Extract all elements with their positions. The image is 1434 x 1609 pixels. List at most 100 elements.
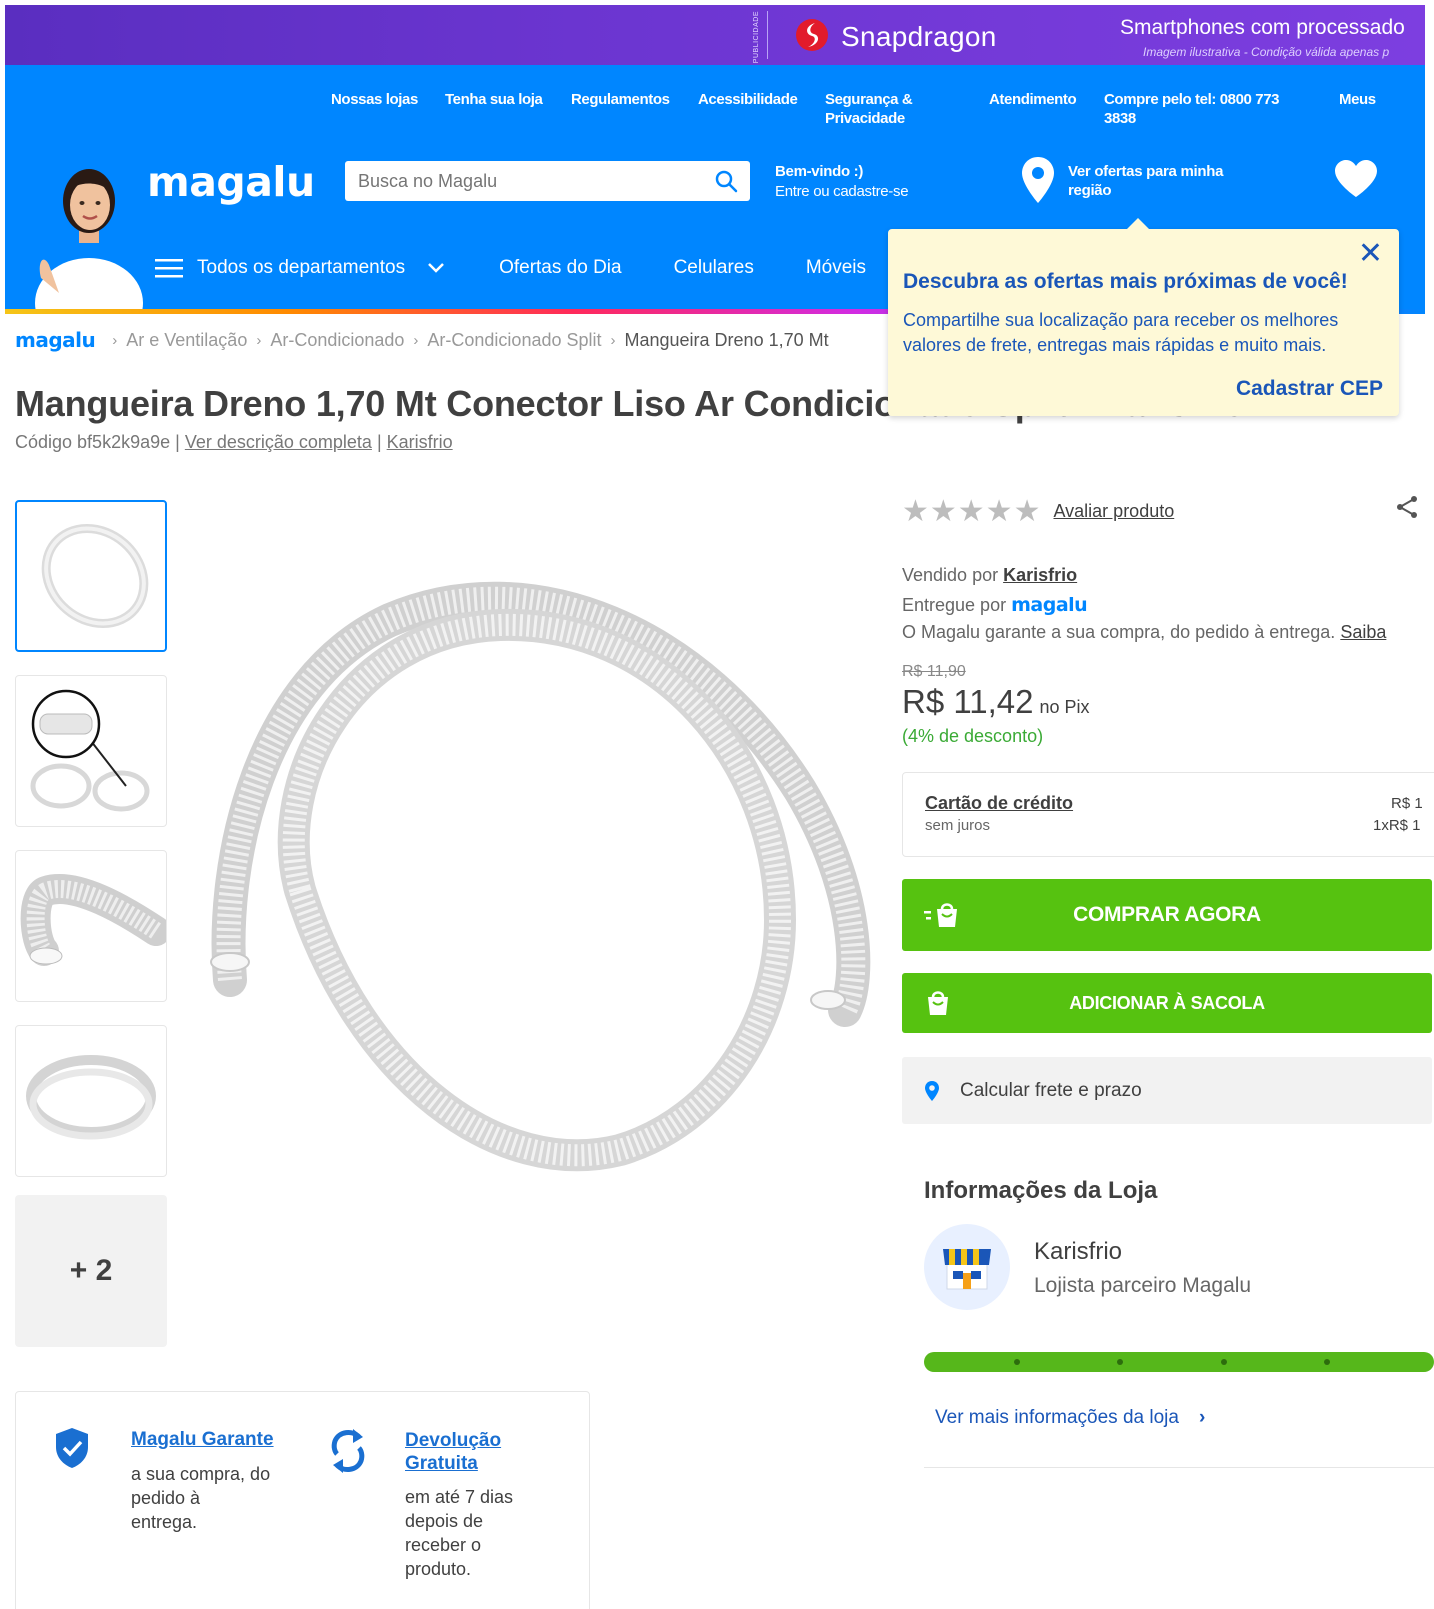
store-reputation-bar — [924, 1352, 1434, 1372]
magalu-garante-link[interactable]: Magalu Garante — [131, 1429, 274, 1451]
more-images-button[interactable]: + 2 — [15, 1195, 167, 1347]
old-price: R$ 11,90 — [902, 663, 966, 680]
breadcrumb-item[interactable]: Ar-Condicionado Split — [427, 330, 601, 351]
link-tenha-sua-loja[interactable]: Tenha sua loja — [445, 90, 543, 109]
add-to-bag-label: ADICIONAR À SACOLA — [1069, 992, 1265, 1013]
link-nossas-lojas[interactable]: Nossas lojas — [331, 90, 418, 109]
location-pin-icon[interactable] — [1020, 155, 1056, 205]
delivered-by-label: Entregue por — [902, 595, 1007, 615]
rating-stars-icon: ★★★★★ — [902, 495, 1042, 528]
location-pin-icon — [925, 1080, 939, 1101]
thumbnail-4[interactable] — [15, 1025, 167, 1177]
free-return-desc: em até 7 dias depois de receber o produt… — [405, 1487, 514, 1579]
favorites-heart-icon[interactable] — [1333, 159, 1379, 199]
brand-link[interactable]: Karisfrio — [387, 432, 453, 452]
meta-separator: | — [376, 432, 387, 452]
buy-now-button[interactable]: COMPRAR AGORA — [902, 879, 1432, 951]
return-arrows-icon — [331, 1429, 365, 1473]
shield-check-icon — [56, 1428, 88, 1468]
search-box[interactable] — [345, 161, 750, 201]
link-compre-pelo-tel[interactable]: Compre pelo tel: 0800 773 3838 — [1104, 90, 1314, 128]
learn-more-link[interactable]: Saiba — [1340, 622, 1386, 642]
breadcrumb-item[interactable]: Ar-Condicionado — [270, 330, 404, 351]
popup-pointer — [1126, 218, 1150, 230]
guarantee-box: Magalu Garante a sua compra, do pedido à… — [15, 1391, 590, 1609]
magalu-logo[interactable]: magalu — [147, 158, 315, 206]
ad-disclaimer: Imagem ilustrativa - Condição válida ape… — [1143, 45, 1390, 59]
ad-separator — [767, 11, 768, 59]
breadcrumb-chevron-icon: › — [610, 331, 616, 349]
nav-celulares[interactable]: Celulares — [674, 257, 754, 279]
share-icon[interactable] — [1396, 495, 1420, 519]
ad-banner[interactable]: PUBLICIDADE Snapdragon Smartphones com p… — [5, 5, 1425, 65]
search-icon[interactable] — [714, 169, 738, 193]
magalu-delivery-logo: magalu — [1011, 594, 1088, 616]
link-acessibilidade[interactable]: Acessibilidade — [698, 90, 798, 109]
breadcrumb-item[interactable]: Ar e Ventilação — [126, 330, 247, 351]
ad-headline: Smartphones com processado — [1120, 16, 1405, 39]
popup-body: Compartilhe sua localização para receber… — [903, 310, 1339, 355]
sold-by: Vendido por Karisfrio — [902, 565, 1077, 586]
chevron-down-icon — [428, 263, 444, 273]
hamburger-menu-icon — [155, 259, 183, 278]
free-return-link[interactable]: Devolução Gratuita — [405, 1429, 525, 1475]
credit-card-option[interactable]: Cartão de crédito sem juros R$ 1 1xR$ 1 — [902, 772, 1434, 857]
ad-publicidade-label: PUBLICIDADE — [753, 11, 760, 64]
register-cep-link[interactable]: Cadastrar CEP — [1236, 377, 1383, 401]
credit-card-subtitle: sem juros — [925, 817, 991, 834]
credit-card-title[interactable]: Cartão de crédito — [925, 793, 1073, 814]
delivered-by: Entregue por magalu — [902, 594, 1088, 616]
sold-by-label: Vendido por — [902, 565, 999, 585]
hose-detail-image — [30, 689, 150, 812]
breadcrumb-current: Mangueira Dreno 1,70 Mt — [624, 329, 829, 350]
meta-separator: | — [175, 432, 185, 452]
storefront-icon — [943, 1249, 991, 1290]
store-info-heading: Informações da Loja — [924, 1177, 1158, 1204]
divider — [924, 1467, 1434, 1468]
location-offers-link[interactable]: Ver ofertas para minha região — [1068, 162, 1258, 200]
nav-ofertas-do-dia[interactable]: Ofertas do Dia — [499, 257, 622, 279]
departments-menu[interactable]: Todos os departamentos — [155, 257, 445, 279]
hose-coil-image — [41, 524, 149, 628]
link-meus[interactable]: Meus — [1339, 90, 1376, 109]
departments-label: Todos os departamentos — [197, 257, 406, 278]
breadcrumb-chevron-icon: › — [112, 331, 118, 349]
shopping-bag-icon — [928, 991, 948, 1015]
login-link[interactable]: Bem-vindo :) Entre ou cadastre-se — [775, 162, 909, 202]
magalu-garante-desc: a sua compra, do pedido à entrega. — [131, 1464, 271, 1532]
link-atendimento[interactable]: Atendimento — [989, 90, 1077, 109]
breadcrumb-home[interactable]: magalu — [15, 328, 96, 352]
snapdragon-logo-icon — [796, 19, 828, 51]
ad-brand: Snapdragon — [841, 21, 997, 52]
credit-card-installments: 1xR$ 1 — [1373, 817, 1421, 834]
see-description-link[interactable]: Ver descrição completa — [185, 432, 372, 452]
popup-close-icon[interactable]: ✕ — [1358, 239, 1383, 269]
guarantee-line: O Magalu garante a sua compra, do pedido… — [902, 622, 1386, 643]
rate-product-link[interactable]: Avaliar produto — [1053, 501, 1174, 522]
price: R$ 11,42 no Pix — [902, 683, 1090, 721]
thumbnail-2[interactable] — [15, 675, 167, 827]
credit-card-price: R$ 1 — [1391, 795, 1423, 812]
thumbnail-1[interactable] — [15, 500, 167, 652]
login-line: Entre ou cadastre-se — [775, 183, 909, 200]
store-logo — [924, 1224, 1010, 1310]
breadcrumb: magalu › Ar e Ventilação › Ar-Condiciona… — [15, 328, 829, 352]
hose-end-image — [20, 874, 166, 966]
link-regulamentos[interactable]: Regulamentos — [571, 90, 670, 109]
add-to-bag-button[interactable]: ADICIONAR À SACOLA — [902, 973, 1432, 1033]
breadcrumb-chevron-icon: › — [413, 331, 419, 349]
reputation-dot — [1117, 1359, 1123, 1365]
link-seguranca-privacidade[interactable]: Segurança & Privacidade — [825, 90, 935, 128]
seller-link[interactable]: Karisfrio — [1003, 565, 1077, 585]
calculate-freight-button[interactable]: Calcular frete e prazo — [902, 1057, 1432, 1124]
product-rating: ★★★★★ Avaliar produto — [902, 494, 1174, 529]
search-input[interactable] — [358, 170, 698, 192]
product-main-image[interactable] — [200, 560, 880, 1210]
store-name[interactable]: Karisfrio — [1034, 1238, 1122, 1266]
store-more-info-link[interactable]: Ver mais informações da loja › — [935, 1407, 1205, 1429]
thumbnail-3[interactable] — [15, 850, 167, 1002]
product-meta: Código bf5k2k9a9e | Ver descrição comple… — [15, 432, 453, 453]
nav-moveis[interactable]: Móveis — [806, 257, 866, 279]
product-code: Código bf5k2k9a9e — [15, 432, 171, 452]
chevron-right-icon: › — [1198, 1407, 1206, 1428]
